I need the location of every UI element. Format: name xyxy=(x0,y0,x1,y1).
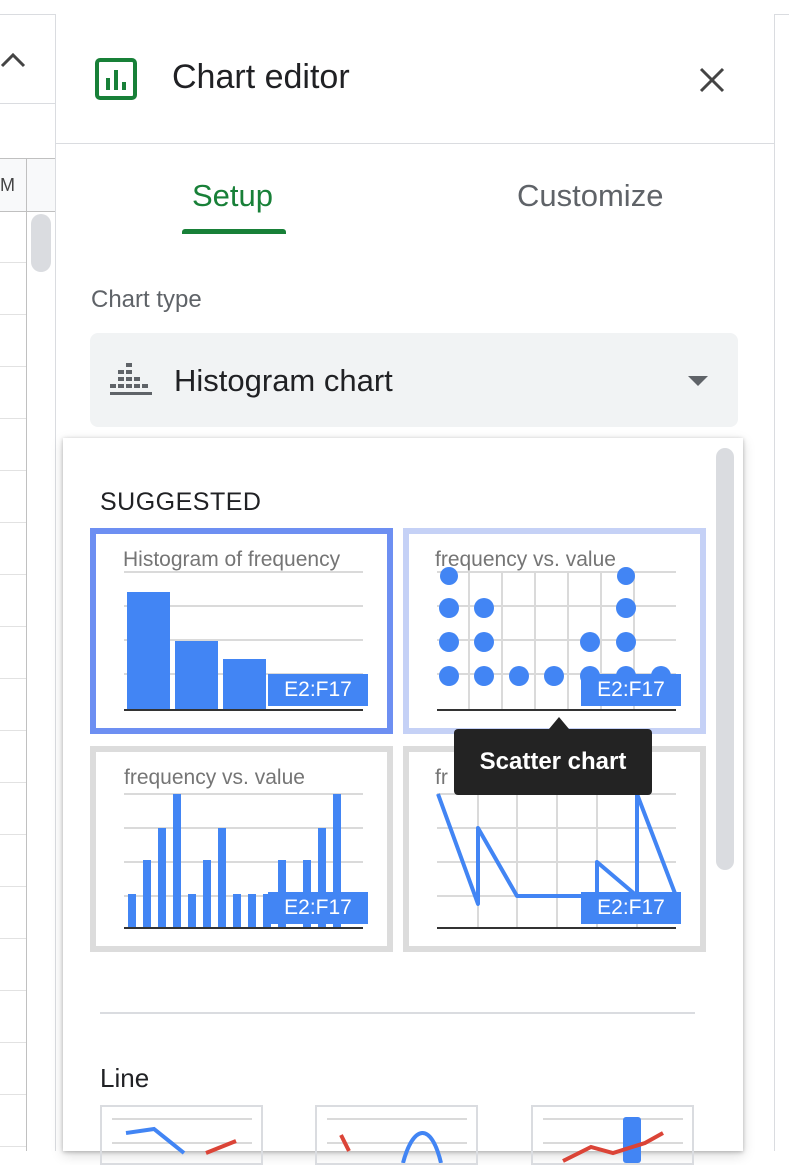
histogram-icon xyxy=(110,363,152,395)
suggestion-caption: frequency vs. value xyxy=(435,548,616,571)
close-icon[interactable] xyxy=(694,62,730,98)
sheet-row-line xyxy=(0,366,26,367)
combo-chart-thumbnail xyxy=(543,1117,683,1163)
tab-setup[interactable]: Setup xyxy=(192,178,273,214)
sheet-row-line xyxy=(0,938,26,939)
sheet-row-line xyxy=(0,314,26,315)
sheet-row-line xyxy=(0,1042,26,1043)
dropdown-scrollbar[interactable] xyxy=(716,448,734,870)
sheet-row-line xyxy=(0,626,26,627)
suggestion-column[interactable]: frequency vs. value E2:F17 xyxy=(90,746,393,952)
sheet-row-line xyxy=(0,470,26,471)
sheet-row-line xyxy=(0,574,26,575)
suggestion-caption: frequency vs. value xyxy=(124,766,305,789)
smooth-line-thumbnail xyxy=(327,1118,467,1163)
sheet-divider xyxy=(0,103,55,104)
column-separator xyxy=(26,158,27,1151)
suggestion-caption: Histogram of frequency xyxy=(123,548,341,571)
column-label: M xyxy=(0,175,15,195)
tooltip-text: Scatter chart xyxy=(479,748,627,775)
line-chart-thumbnail xyxy=(112,1118,252,1155)
header-separator xyxy=(55,143,774,144)
section-divider xyxy=(100,1012,695,1014)
line-chart-option[interactable] xyxy=(100,1105,263,1165)
smooth-line-chart-option[interactable] xyxy=(315,1105,478,1165)
sheet-row-line xyxy=(0,522,26,523)
sheet-row-line xyxy=(0,678,26,679)
dropdown-caret-icon xyxy=(688,376,708,386)
line-section-heading: Line xyxy=(100,1063,150,1093)
chart-type-select[interactable]: Histogram chart xyxy=(90,333,738,427)
suggestion-histogram[interactable]: Histogram of frequency E2:F17 xyxy=(90,528,393,734)
range-badge: E2:F17 xyxy=(268,892,368,924)
suggested-heading: SUGGESTED xyxy=(100,488,262,516)
sheet-row-line xyxy=(0,1094,26,1095)
sheet-row-line xyxy=(0,730,26,731)
suggestion-caption: fr xyxy=(435,766,448,789)
sheet-row-line xyxy=(0,262,26,263)
panel-title: Chart editor xyxy=(172,58,350,96)
tooltip: Scatter chart xyxy=(454,729,652,795)
range-badge: E2:F17 xyxy=(581,892,681,924)
sheet-row-line xyxy=(0,418,26,419)
sheet-row-line xyxy=(0,990,26,991)
column-header[interactable]: M xyxy=(0,158,55,212)
sheet-row-line xyxy=(0,886,26,887)
combo-chart-option[interactable] xyxy=(531,1105,694,1165)
panel-right-border xyxy=(774,14,775,1151)
suggestion-scatter[interactable]: frequency vs. value E2:F17 xyxy=(403,528,706,734)
sheet-row-line xyxy=(0,782,26,783)
tooltip-arrow xyxy=(549,717,569,729)
active-tab-indicator xyxy=(182,229,286,234)
sheet-scrollbar[interactable] xyxy=(31,214,51,272)
chevron-up-icon[interactable] xyxy=(0,44,30,74)
chart-type-label: Chart type xyxy=(91,286,202,313)
sheet-row-line xyxy=(0,1146,26,1147)
range-badge: E2:F17 xyxy=(268,674,368,706)
sheet-row-line xyxy=(0,834,26,835)
chart-editor-logo-icon xyxy=(95,58,137,100)
chart-type-value: Histogram chart xyxy=(174,363,393,398)
range-badge: E2:F17 xyxy=(581,674,681,706)
tab-customize[interactable]: Customize xyxy=(517,178,663,214)
